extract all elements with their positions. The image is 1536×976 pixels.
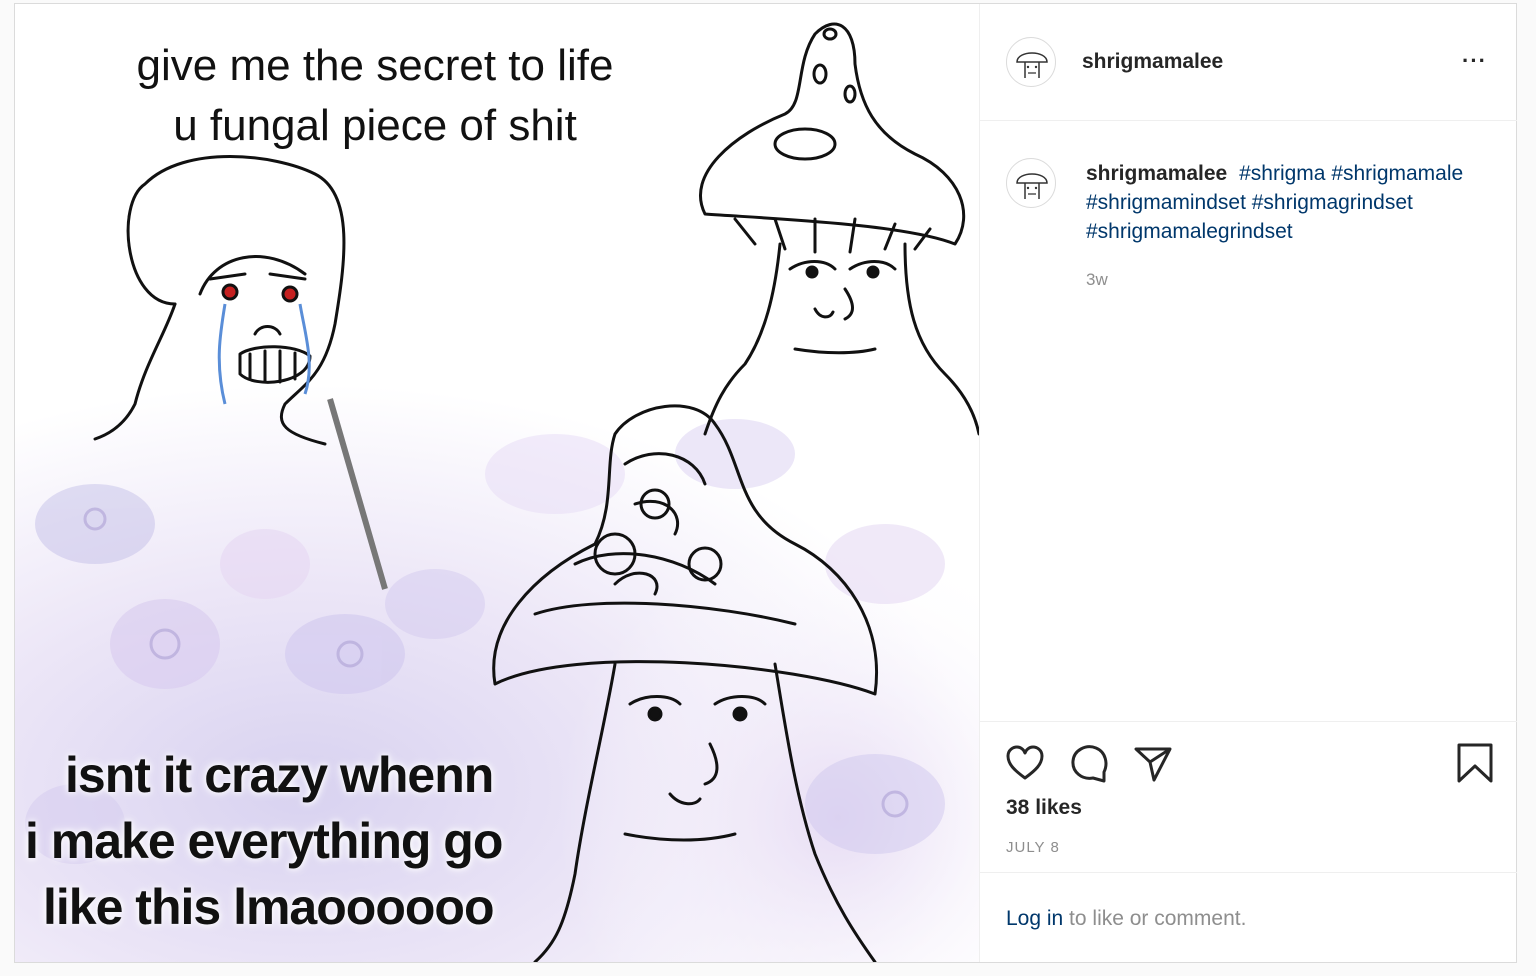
hashtag-link[interactable]: #shrigmagrindset [1252,191,1413,214]
post-header: shrigmamalee ··· [980,4,1517,121]
heart-icon[interactable] [1004,742,1046,784]
share-icon[interactable] [1132,742,1174,784]
bookmark-icon[interactable] [1454,742,1496,784]
avatar-mushroom-icon [1016,52,1048,78]
caption-avatar[interactable] [1006,158,1056,208]
post-date: JULY 8 [1006,839,1060,856]
avatar[interactable] [1006,37,1056,87]
meme-bottom-line-2: i make everything go [25,813,503,869]
hashtag-link[interactable]: #shrigmamale [1331,162,1463,185]
comment-icon[interactable] [1068,742,1110,784]
post-age[interactable]: 3w [1086,270,1108,290]
meme-top-line-2: u fungal piece of shit [173,101,577,150]
likes-count[interactable]: 38 likes [1006,796,1082,820]
login-rest-text: to like or comment. [1063,907,1247,930]
meme-top-caption: give me the secret to life u fungal piec… [75,36,675,156]
post-image[interactable]: give me the secret to life u fungal piec… [15,4,979,962]
more-options-icon[interactable]: ··· [1462,48,1487,74]
hashtag-link[interactable]: #shrigmamindset [1086,191,1246,214]
hashtag-link[interactable]: #shrigma [1239,162,1325,185]
login-link[interactable]: Log in [1006,907,1063,930]
header-username[interactable]: shrigmamalee [1082,50,1223,74]
action-bar [980,721,1517,783]
avatar-mushroom-icon [1016,173,1048,199]
caption-text: shrigmamalee #shrigma #shrigmamale #shri… [1086,159,1506,246]
hashtag-link[interactable]: #shrigmamalegrindset [1086,220,1293,243]
instagram-post: give me the secret to life u fungal piec… [14,3,1517,963]
login-row: Log in to like or comment. [980,872,1517,963]
meme-top-line-1: give me the secret to life [136,41,614,90]
meme-bottom-line-1: isnt it crazy whenn [65,747,494,803]
meme-bottom-caption: isnt it crazy whenn i make everything go… [21,742,581,940]
post-sidebar: shrigmamalee ··· shrigmamalee #shrigma #… [979,4,1517,962]
login-prompt: Log in to like or comment. [1006,907,1246,931]
meme-bottom-line-3: like this lmaoooooo [43,879,494,935]
caption-username[interactable]: shrigmamalee [1086,162,1227,185]
